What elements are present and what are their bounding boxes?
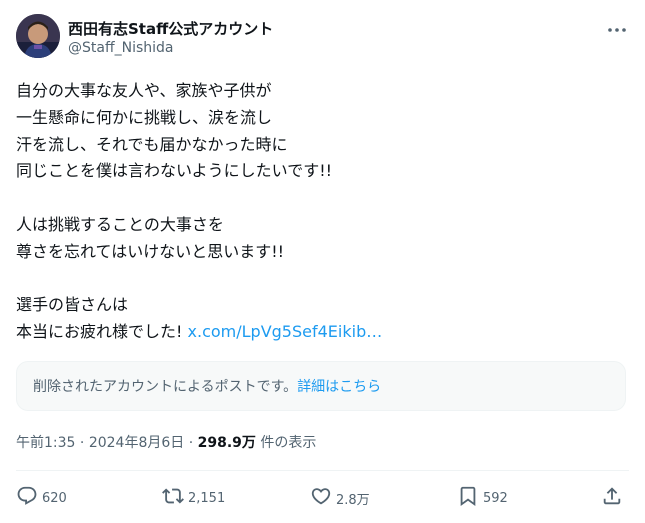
post-link[interactable]: x.com/LpVg5Sef4Eikib… bbox=[188, 322, 383, 341]
reply-icon bbox=[16, 485, 42, 511]
repost-icon bbox=[162, 485, 188, 511]
deleted-quote-notice: 削除されたアカウントによるポストです。詳細はこちら bbox=[16, 361, 626, 411]
avatar[interactable] bbox=[16, 14, 60, 58]
reply-button[interactable]: 620 bbox=[16, 484, 67, 512]
reply-count: 620 bbox=[42, 490, 67, 506]
share-button[interactable] bbox=[601, 484, 627, 512]
more-icon[interactable] bbox=[605, 20, 629, 40]
handle[interactable]: @Staff_Nishida bbox=[68, 40, 174, 56]
share-icon bbox=[601, 485, 627, 511]
post-line: 人は挑戦することの大事さを bbox=[16, 214, 224, 234]
post-last-line-text: 本当にお疲れ様でした! bbox=[16, 322, 188, 342]
post-line: 自分の大事な友人や、家族や子供が bbox=[16, 81, 272, 100]
like-icon bbox=[310, 485, 336, 511]
post-text: 自分の大事な友人や、家族や子供が 一生懸命に何かに挑戦し、涙を流し 汗を流し、そ… bbox=[16, 78, 616, 346]
post-line: 尊さを忘れてはいけないと思います!! bbox=[16, 241, 285, 261]
post-line: 同じことを僕は言わないようにしたいです!! bbox=[16, 161, 333, 181]
action-bar: 620 2,151 2.8万 592 bbox=[16, 484, 629, 512]
post-meta: 午前1:35 · 2024年8月6日 · 298.9万 件の表示 bbox=[16, 432, 316, 452]
post-date[interactable]: 2024年8月6日 bbox=[89, 435, 184, 451]
like-button[interactable]: 2.8万 bbox=[310, 484, 370, 512]
details-link[interactable]: 詳細はこちら bbox=[297, 379, 381, 395]
meta-separator: · bbox=[184, 435, 198, 451]
post-blank-line bbox=[16, 185, 616, 212]
repost-count: 2,151 bbox=[188, 490, 226, 506]
views-count[interactable]: 298.9万 bbox=[198, 435, 256, 451]
bookmark-icon bbox=[457, 485, 483, 511]
divider bbox=[16, 470, 629, 471]
bookmark-button[interactable]: 592 bbox=[457, 484, 508, 512]
display-name[interactable]: 西田有志Staff公式アカウント bbox=[68, 18, 273, 39]
post-time[interactable]: 午前1:35 bbox=[16, 435, 75, 451]
post-line: 選手の皆さんは bbox=[16, 295, 129, 315]
bookmark-count: 592 bbox=[483, 490, 508, 506]
like-count: 2.8万 bbox=[336, 492, 370, 508]
post-blank-line bbox=[16, 266, 616, 293]
post-line: 汗を流し、それでも届かなかった時に bbox=[16, 134, 288, 154]
deleted-quote-text: 削除されたアカウントによるポストです。 bbox=[33, 379, 298, 395]
post-line: 一生懸命に何かに挑戦し、涙を流し bbox=[16, 107, 273, 127]
post-header: 西田有志Staff公式アカウント @Staff_Nishida bbox=[16, 14, 629, 62]
post-last-line: 本当にお疲れ様でした! x.com/LpVg5Sef4Eikib… bbox=[16, 319, 616, 346]
repost-button[interactable]: 2,151 bbox=[162, 484, 225, 512]
views-label: 件の表示 bbox=[255, 435, 317, 451]
meta-separator: · bbox=[75, 435, 89, 451]
